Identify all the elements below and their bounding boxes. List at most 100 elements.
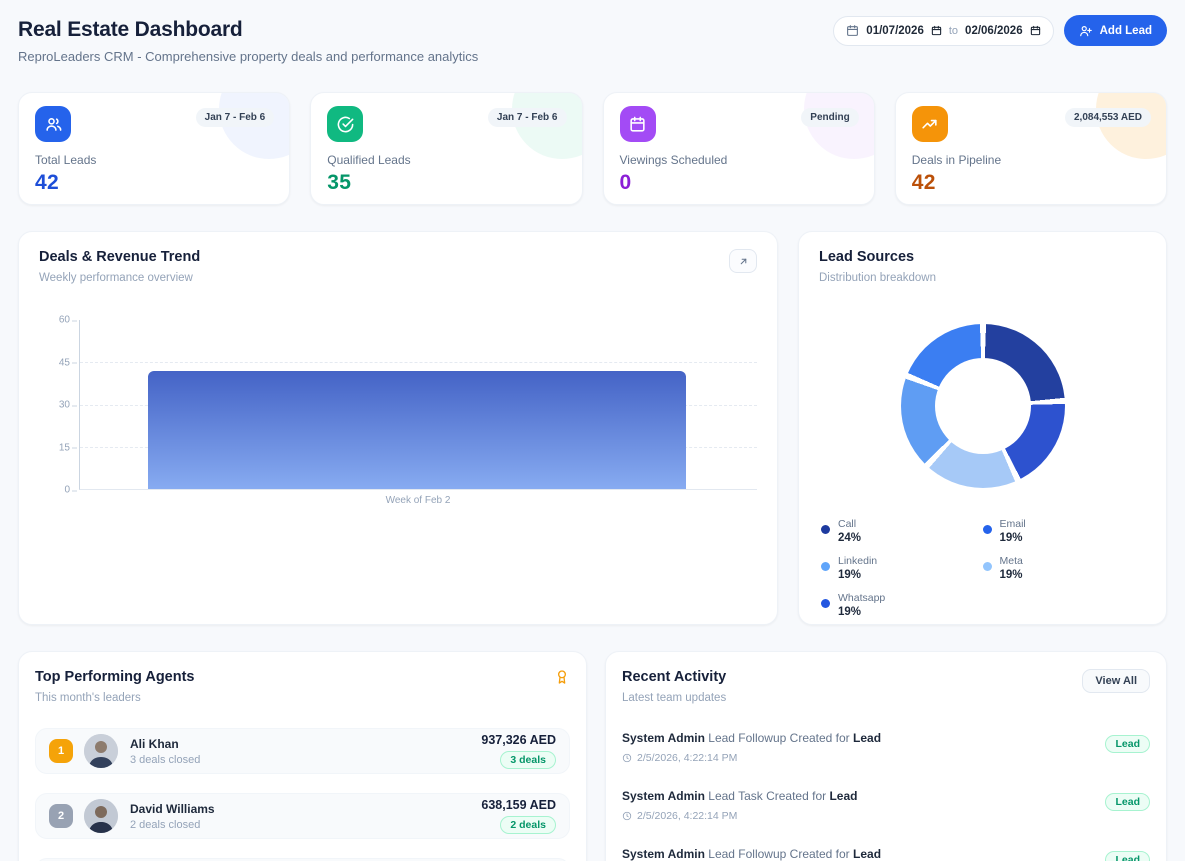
bottom-row: Top Performing Agents This month's leade… (18, 651, 1167, 861)
legend-item: Linkedin 19% (821, 555, 983, 581)
activity-text: System Admin Lead Followup Created for L… (622, 847, 881, 861)
expand-chart-button[interactable] (729, 249, 757, 273)
legend-dot (983, 525, 992, 534)
plot-area (79, 320, 757, 490)
agent-row[interactable]: 2 David Williams 2 deals closed 638,159 … (35, 793, 570, 839)
trend-chart-subtitle: Weekly performance overview (39, 272, 200, 284)
activity-action: Lead Followup Created for (708, 847, 849, 861)
activity-list: System Admin Lead Followup Created for L… (622, 731, 1150, 861)
y-tick: 30 (59, 400, 70, 411)
x-tick-label: Week of Feb 2 (39, 495, 757, 506)
lead-sources-title: Lead Sources (819, 249, 1146, 265)
stats-row: Jan 7 - Feb 6 Total Leads 42 Jan 7 - Feb… (18, 92, 1167, 205)
calendar-icon (846, 24, 859, 37)
gridline (80, 362, 757, 363)
activity-item: System Admin Lead Followup Created for L… (622, 731, 1150, 764)
view-all-button[interactable]: View All (1082, 669, 1150, 693)
recent-activity-card: Recent Activity Latest team updates View… (605, 651, 1167, 861)
stat-badge: Jan 7 - Feb 6 (488, 108, 567, 127)
agent-deals-closed: 2 deals closed (130, 819, 215, 831)
avatar (84, 799, 118, 833)
legend-item: Email 19% (983, 518, 1145, 544)
date-range-picker[interactable]: 01/07/2026 to 02/06/2026 (833, 16, 1053, 46)
stat-badge: 2,084,553 AED (1065, 108, 1151, 127)
activity-actor: System Admin (622, 731, 705, 745)
award-icon (554, 669, 570, 685)
lead-sources-card: Lead Sources Distribution breakdown Call… (798, 231, 1167, 625)
page-header: Real Estate Dashboard ReproLeaders CRM -… (18, 18, 1167, 64)
lead-sources-subtitle: Distribution breakdown (819, 272, 1146, 284)
y-tick: 60 (59, 315, 70, 326)
activity-action: Lead Task Created for (708, 789, 826, 803)
agent-row[interactable]: 1 Ali Khan 3 deals closed 937,326 AED 3 … (35, 728, 570, 774)
top-agents-title: Top Performing Agents (35, 669, 195, 685)
recent-activity-subtitle: Latest team updates (622, 692, 726, 704)
agent-name: Ali Khan (130, 737, 200, 751)
clock-icon (622, 811, 632, 821)
date-to-input[interactable]: 02/06/2026 (965, 25, 1023, 37)
bar-chart: 60 45 30 15 0 (39, 320, 757, 490)
trend-bar[interactable] (148, 371, 686, 489)
check-circle-icon (327, 106, 363, 142)
date-picker-icon[interactable] (1030, 25, 1041, 36)
stat-label: Qualified Leads (327, 153, 565, 167)
stat-card-qualified-leads: Jan 7 - Feb 6 Qualified Leads 35 (310, 92, 582, 205)
activity-text: System Admin Lead Task Created for Lead (622, 789, 857, 803)
donut-legend: Call 24% Email 19% Linkedin 19% Meta 19%… (819, 518, 1146, 618)
trend-chart-card: Deals & Revenue Trend Weekly performance… (18, 231, 778, 625)
agent-list: 1 Ali Khan 3 deals closed 937,326 AED 3 … (35, 728, 570, 861)
avatar (84, 734, 118, 768)
legend-dot (983, 562, 992, 571)
arrow-up-right-icon (738, 256, 749, 267)
charts-row: Deals & Revenue Trend Weekly performance… (18, 231, 1167, 625)
date-picker-icon[interactable] (931, 25, 942, 36)
stat-badge: Pending (801, 108, 858, 127)
legend-dot (821, 525, 830, 534)
legend-item: Whatsapp 19% (821, 592, 983, 618)
activity-item: System Admin Lead Followup Created for L… (622, 847, 1150, 861)
stat-card-deals-in-pipeline: 2,084,553 AED Deals in Pipeline 42 (895, 92, 1167, 205)
legend-dot (821, 599, 830, 608)
clock-icon (622, 753, 632, 763)
add-lead-button[interactable]: Add Lead (1064, 15, 1167, 46)
activity-actor: System Admin (622, 847, 705, 861)
activity-action: Lead Followup Created for (708, 731, 849, 745)
rank-badge: 2 (49, 804, 73, 828)
stat-card-total-leads: Jan 7 - Feb 6 Total Leads 42 (18, 92, 290, 205)
legend-item: Call 24% (821, 518, 983, 544)
date-from-input[interactable]: 01/07/2026 (866, 25, 924, 37)
y-axis: 60 45 30 15 0 (39, 320, 79, 490)
activity-time: 2/5/2026, 4:22:14 PM (622, 810, 857, 822)
y-tick: 15 (59, 442, 70, 453)
agent-name: David Williams (130, 802, 215, 816)
date-range-separator: to (949, 25, 958, 37)
activity-text: System Admin Lead Followup Created for L… (622, 731, 881, 745)
activity-badge: Lead (1105, 851, 1150, 861)
calendar-icon (620, 106, 656, 142)
activity-badge: Lead (1105, 735, 1150, 753)
users-icon (35, 106, 71, 142)
stat-badge: Jan 7 - Feb 6 (196, 108, 275, 127)
top-agents-subtitle: This month's leaders (35, 692, 195, 704)
stat-label: Deals in Pipeline (912, 153, 1150, 167)
deals-badge: 2 deals (500, 816, 556, 834)
legend-dot (821, 562, 830, 571)
trending-up-icon (912, 106, 948, 142)
top-agents-card: Top Performing Agents This month's leade… (18, 651, 587, 861)
activity-time: 2/5/2026, 4:22:14 PM (622, 752, 881, 764)
donut-chart[interactable] (901, 324, 1065, 488)
activity-badge: Lead (1105, 793, 1150, 811)
deals-badge: 3 deals (500, 751, 556, 769)
header-controls: 01/07/2026 to 02/06/2026 Add Lead (833, 15, 1167, 46)
legend-item: Meta 19% (983, 555, 1145, 581)
activity-item: System Admin Lead Task Created for Lead … (622, 789, 1150, 822)
stat-label: Viewings Scheduled (620, 153, 858, 167)
stat-value: 0 (620, 171, 858, 195)
agent-amount: 638,159 AED (481, 798, 556, 812)
stat-label: Total Leads (35, 153, 273, 167)
trend-chart-title: Deals & Revenue Trend (39, 249, 200, 265)
stat-value: 42 (912, 171, 1150, 195)
agent-deals-closed: 3 deals closed (130, 754, 200, 766)
activity-target: Lead (853, 731, 881, 745)
header-titles: Real Estate Dashboard ReproLeaders CRM -… (18, 18, 478, 64)
